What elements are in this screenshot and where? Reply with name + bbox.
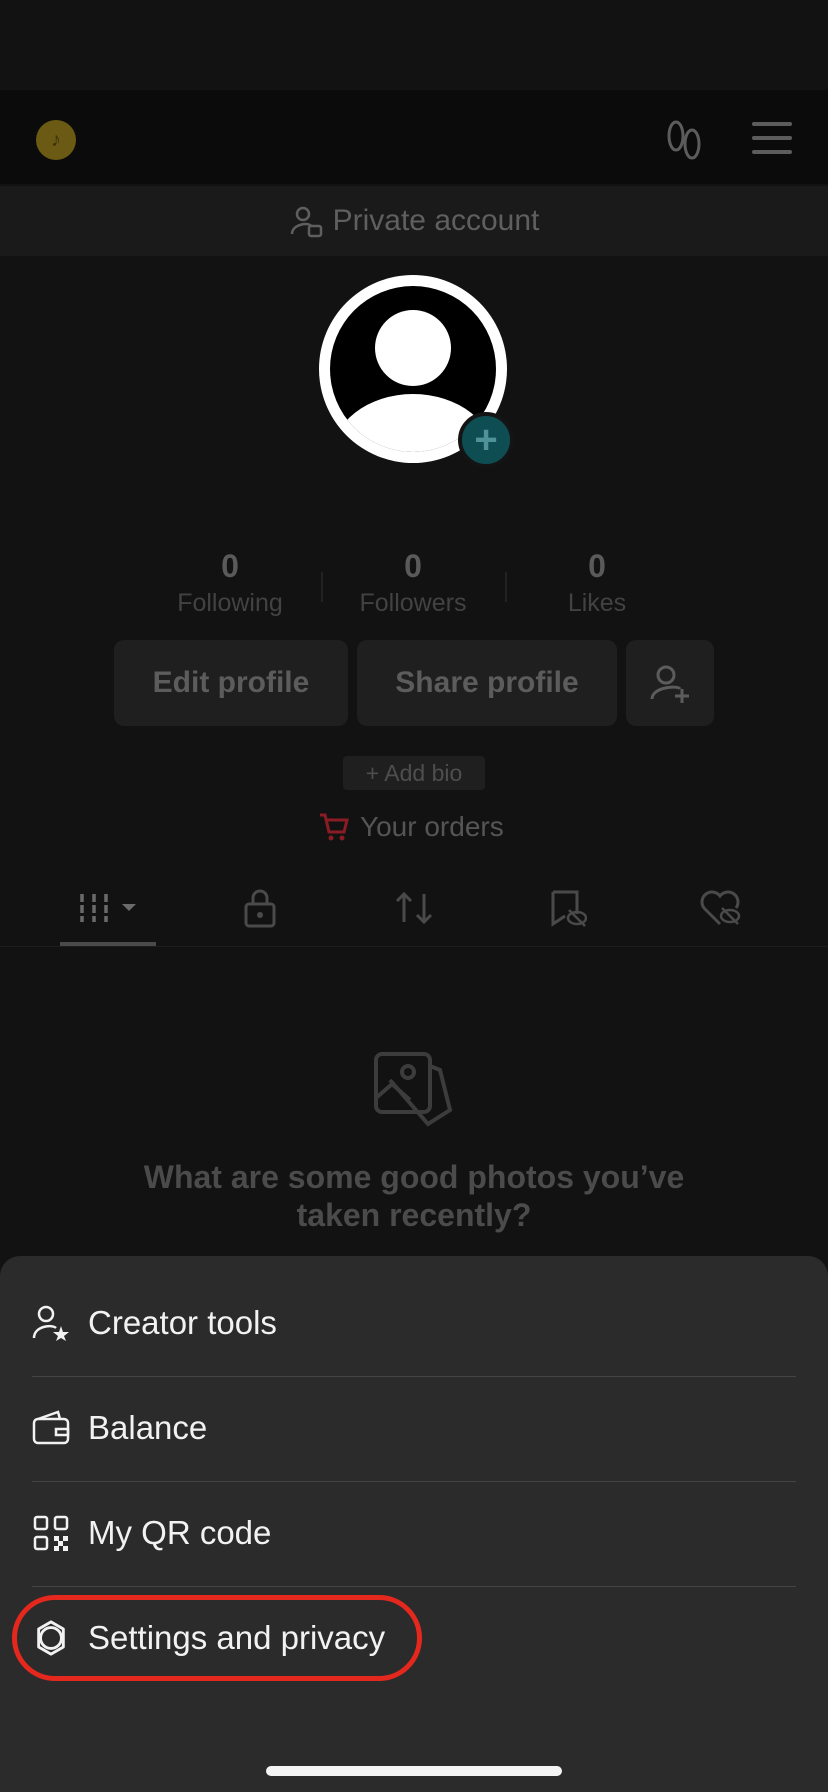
your-orders-label: Your orders (360, 811, 504, 842)
add-friend-icon (650, 665, 689, 703)
footprint-icon[interactable] (664, 118, 704, 164)
add-friend-button[interactable] (626, 640, 714, 726)
private-account-label: Private account (332, 204, 540, 237)
balance-label: Balance (88, 1409, 208, 1446)
active-tab-indicator (60, 942, 156, 946)
following-label: Following (177, 589, 283, 617)
your-orders-link[interactable]: Your orders (318, 805, 504, 849)
coin-icon[interactable]: ♪ (36, 120, 76, 160)
qr-code-label: My QR code (88, 1514, 272, 1551)
photos-icon (374, 1052, 453, 1127)
stat-following[interactable]: 0 Following (150, 548, 310, 618)
tab-reposts[interactable] (384, 884, 444, 932)
creator-tools-label: Creator tools (88, 1304, 277, 1341)
menu-icon[interactable] (752, 122, 792, 154)
heart-hidden-icon (700, 890, 741, 926)
private-account-banner: Private account (0, 186, 828, 256)
qr-code-icon (32, 1514, 70, 1552)
wallet-icon (32, 1409, 70, 1447)
tab-videos[interactable] (78, 884, 144, 932)
stat-followers[interactable]: 0 Followers (333, 548, 493, 618)
following-count: 0 (221, 548, 239, 584)
menu-item-creator-tools[interactable]: Creator tools (32, 1271, 796, 1375)
tab-private[interactable] (230, 884, 290, 932)
highlight-ring (12, 1595, 422, 1681)
bookmark-hidden-icon (551, 890, 587, 927)
tab-liked[interactable] (690, 884, 750, 932)
stat-divider (505, 572, 507, 602)
lock-icon (244, 889, 276, 928)
person-star-icon (32, 1304, 70, 1342)
menu-item-qr-code[interactable]: My QR code (32, 1481, 796, 1585)
empty-state-text: What are some good photos you’ve taken r… (143, 1159, 685, 1233)
likes-label: Likes (567, 589, 627, 617)
followers-label: Followers (359, 589, 467, 617)
menu-item-balance[interactable]: Balance (32, 1376, 796, 1480)
profile-tabs (0, 870, 828, 947)
edit-profile-button[interactable]: Edit profile (114, 640, 348, 726)
share-profile-button[interactable]: Share profile (357, 640, 617, 726)
cart-icon (320, 813, 349, 841)
repost-icon (395, 891, 433, 925)
add-bio-button[interactable]: + Add bio (343, 756, 485, 790)
tab-favorites[interactable] (537, 884, 597, 932)
home-indicator (266, 1766, 562, 1776)
grid-icon (80, 894, 136, 922)
add-avatar-button[interactable]: + (458, 412, 514, 468)
followers-count: 0 (404, 548, 422, 584)
stat-divider (321, 572, 323, 602)
private-user-icon (290, 206, 322, 238)
stat-likes[interactable]: 0 Likes (517, 548, 677, 618)
likes-count: 0 (588, 548, 606, 584)
